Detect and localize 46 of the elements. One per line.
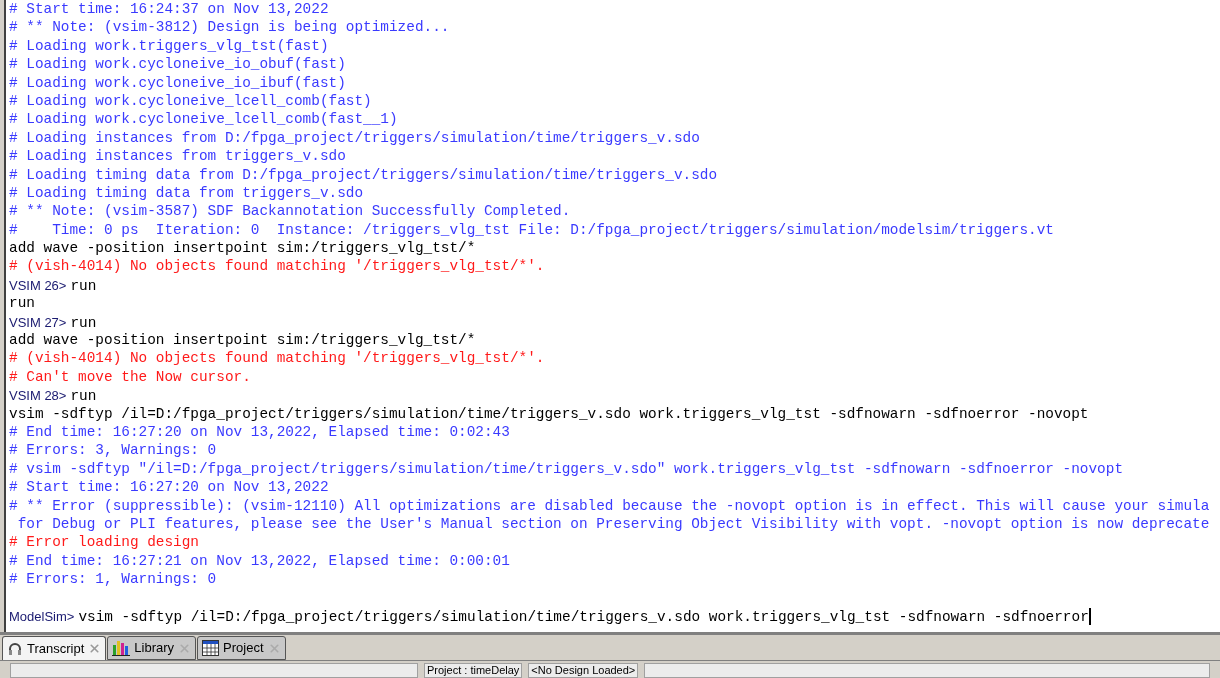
prompt-label: ModelSim> [9,607,75,626]
headset-icon [7,640,23,657]
status-field: <No Design Loaded> [528,663,639,678]
transcript-line: # Errors: 3, Warnings: 0 [9,441,217,460]
transcript-line: run [70,387,97,406]
transcript-line: # vsim -sdftyp "/il=D:/fpga_project/triggers/simulation/time/triggers_v.sdo" work.triggers_vlg_tst -sdfnowarn -sdfnoerror -novopt [9,459,1124,479]
panel-tab[interactable]: Transcript [2,636,107,660]
transcript-line: # Can't move the Now cursor. [9,367,251,387]
transcript-line: add wave -position insertpoint sim:/triggers_vlg_tst/* [9,239,476,258]
transcript-line: # ** Note: (vsim-3812) Design is being optimized... [9,18,450,37]
prompt-label: VSIM 27> [9,313,67,332]
status-field: Project : timeDelay [424,663,523,678]
transcript-line: # Time: 0 ps Iteration: 0 Instance: /triggers_vlg_tst File: D:/fpga_project/triggers/simulation/modelsim/triggers.vt [9,220,1054,240]
transcript-line: # Loading work.cycloneive_lcell_comb(fast) [9,91,372,111]
transcript-line: # Start time: 16:27:20 on Nov 13,2022 [9,478,329,497]
prompt-label: VSIM 28> [9,387,67,406]
transcript-line: # ** Error (suppressible): (vsim-12110) All optimizations are disabled because the -novopt option is in effect. This will cause your simula [9,496,1210,515]
close-icon[interactable] [267,641,281,655]
transcript-line: run [70,313,97,333]
transcript-line: # Loading timing data from D:/fpga_project/triggers/simulation/time/triggers_v.sdo [9,165,718,184]
transcript-line: # Loading work.cycloneive_lcell_comb(fast__1) [9,110,398,129]
transcript-line: # Loading instances from triggers_v.sdo [9,147,346,166]
transcript-line: run [9,294,35,313]
transcript-line: # End time: 16:27:21 on Nov 13,2022, Elapsed time: 0:00:01 [9,551,510,571]
transcript-line: vsim -sdftyp /il=D:/fpga_project/triggers/simulation/time/triggers_v.sdo work.triggers_vlg_tst -sdfnowarn -sdfnoerror -novopt [9,404,1089,423]
transcript-line: # Loading work.triggers_vlg_tst(fast) [9,36,329,56]
transcript-line: # Start time: 16:24:37 on Nov 13,2022 [9,0,329,19]
transcript-line: add wave -position insertpoint sim:/triggers_vlg_tst/* [9,331,476,350]
transcript-line: # Loading timing data from triggers_v.sdo [9,183,364,203]
transcript-line: # Errors: 1, Warnings: 0 [9,570,217,589]
transcript-line: # End time: 16:27:20 on Nov 13,2022, Elapsed time: 0:02:43 [9,423,510,442]
transcript-line: # Loading work.cycloneive_io_obuf(fast) [9,55,346,74]
grid-icon [202,640,220,656]
transcript-line: run [70,276,97,296]
transcript-line: # Loading work.cycloneive_io_ibuf(fast) [9,73,346,92]
panel-tab[interactable]: Project [197,636,286,660]
transcript-line: # ** Note: (vsim-3587) SDF Backannotation Successfully Completed. [9,202,571,221]
transcript-line: # (vish-4014) No objects found matching '/triggers_vlg_tst/*'. [9,257,545,276]
transcript-line: # (vish-4014) No objects found matching '/triggers_vlg_tst/*'. [9,349,545,368]
panel-tab[interactable]: Library [107,636,197,660]
prompt-label: VSIM 26> [9,276,67,295]
transcript-line: for Debug or PLI features, please see the User's Manual section on Preserving Object Visibility with vopt. -novopt option is now deprecate [16,514,1210,534]
transcript-line: # Loading instances from D:/fpga_project/triggers/simulation/time/triggers_v.sdo [9,128,700,148]
bar-chart-icon [112,640,131,656]
transcript-line: # Error loading design [9,533,199,552]
command-input[interactable]: vsim -sdftyp /il=D:/fpga_project/triggers/simulation/time/triggers_v.sdo work.triggers_vlg_tst -sdfnowarn -sdfnoerror [78,607,1089,627]
